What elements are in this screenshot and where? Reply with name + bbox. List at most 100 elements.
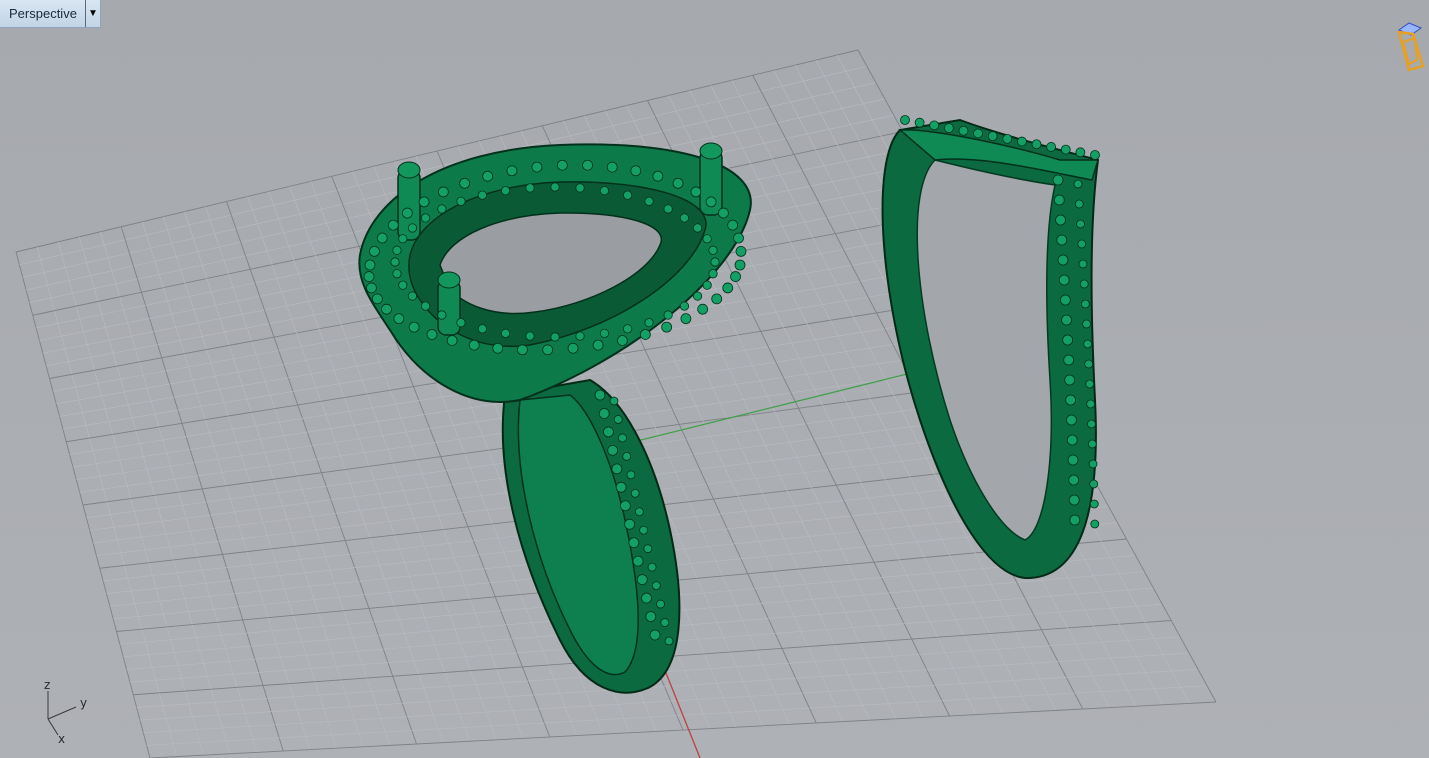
- bead: [692, 291, 703, 301]
- bead: [1066, 414, 1077, 426]
- bead: [381, 303, 392, 315]
- bead: [1052, 174, 1064, 186]
- bead: [733, 232, 744, 244]
- bead: [615, 481, 627, 493]
- bead: [680, 313, 692, 325]
- bead: [643, 544, 653, 554]
- bead: [1068, 494, 1080, 506]
- bead: [1068, 474, 1080, 486]
- bead: [1090, 519, 1100, 529]
- view-cube-icon[interactable]: [1393, 20, 1427, 76]
- bead: [973, 128, 983, 139]
- bead: [582, 159, 593, 171]
- bead: [1057, 254, 1069, 266]
- bead: [661, 321, 673, 333]
- bead: [1002, 133, 1013, 144]
- bead: [1086, 399, 1096, 409]
- bead: [598, 408, 610, 419]
- wedding-band-model[interactable]: [881, 115, 1100, 580]
- bead: [1062, 334, 1074, 346]
- bead: [459, 177, 471, 189]
- bead: [679, 301, 690, 311]
- bead: [456, 318, 466, 328]
- bead: [477, 324, 487, 334]
- bead: [1084, 359, 1094, 369]
- bead: [387, 219, 399, 231]
- bead: [418, 196, 430, 208]
- bead: [609, 396, 619, 406]
- bead: [722, 282, 734, 294]
- bead: [446, 335, 458, 346]
- bead: [711, 293, 723, 305]
- bead: [619, 500, 631, 512]
- bead: [914, 117, 925, 128]
- engagement-ring-model[interactable]: [358, 142, 752, 694]
- bead: [506, 165, 518, 177]
- bead: [664, 636, 674, 646]
- bead: [1056, 234, 1068, 246]
- bead: [599, 186, 610, 196]
- bead: [645, 611, 657, 622]
- bead: [376, 232, 388, 244]
- bead: [525, 331, 535, 341]
- bead: [1058, 274, 1070, 286]
- bead: [1090, 150, 1100, 160]
- bead: [500, 328, 511, 338]
- bead: [531, 161, 543, 173]
- bead: [1088, 459, 1098, 469]
- bead: [407, 223, 418, 233]
- bead: [420, 301, 431, 311]
- bead: [369, 245, 380, 257]
- bead: [692, 223, 703, 233]
- bead: [1065, 394, 1077, 406]
- scene-canvas[interactable]: [0, 0, 1429, 758]
- bead: [734, 259, 746, 271]
- bead: [697, 303, 709, 315]
- bead: [1078, 259, 1088, 269]
- bead: [1087, 419, 1096, 429]
- bead: [607, 444, 619, 456]
- bead: [542, 344, 554, 356]
- bead: [632, 555, 644, 567]
- bead: [1089, 479, 1099, 489]
- bead: [556, 159, 568, 171]
- bead: [392, 245, 402, 255]
- bead: [363, 271, 375, 282]
- bead: [708, 269, 718, 279]
- grid-line: [149, 701, 1217, 758]
- bead: [636, 574, 648, 586]
- bead: [437, 204, 447, 214]
- bead: [492, 342, 504, 354]
- bead: [1066, 434, 1078, 446]
- bead: [1031, 139, 1042, 150]
- bead: [624, 518, 636, 530]
- perspective-viewport[interactable]: Perspective ▼ z y x: [0, 0, 1429, 758]
- bead: [647, 562, 657, 572]
- bead: [710, 257, 720, 267]
- bead: [1067, 454, 1079, 466]
- bead: [1069, 514, 1081, 526]
- triangle-down-icon[interactable]: ▼: [84, 0, 100, 27]
- bead: [1074, 199, 1084, 209]
- bead: [468, 339, 480, 351]
- bead: [1017, 136, 1027, 147]
- bead: [567, 342, 579, 354]
- bead: [644, 196, 654, 206]
- bead: [1073, 179, 1083, 189]
- bead: [606, 161, 618, 173]
- bead: [708, 245, 718, 255]
- bead: [1061, 314, 1072, 326]
- bead: [437, 186, 449, 198]
- bead: [1046, 142, 1057, 152]
- bead: [622, 451, 632, 461]
- viewport-title-bar[interactable]: Perspective ▼: [0, 0, 101, 28]
- bead: [1087, 439, 1097, 449]
- bead: [623, 324, 633, 334]
- bead: [550, 182, 560, 192]
- axis-z-label: z: [44, 678, 50, 692]
- viewport-title[interactable]: Perspective: [0, 6, 85, 21]
- bead: [599, 328, 610, 338]
- bead: [616, 335, 628, 346]
- bead: [1083, 339, 1093, 349]
- bead: [594, 389, 606, 401]
